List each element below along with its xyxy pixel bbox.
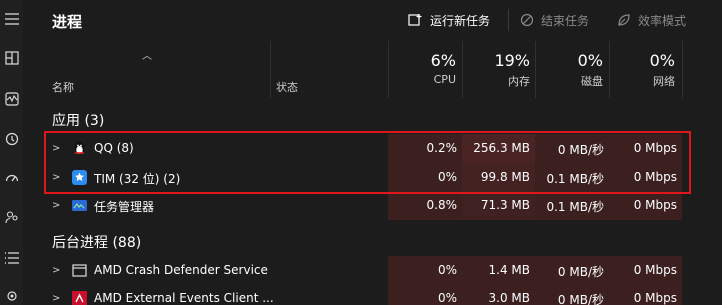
network-total-percent: 0% — [649, 51, 675, 70]
disk-value: 0 MB/秒 — [557, 265, 604, 279]
nav-processes[interactable] — [0, 43, 23, 73]
network-value: 0 Mbps — [633, 141, 677, 155]
nav-details[interactable] — [0, 243, 23, 273]
page-title: 进程 — [52, 13, 83, 31]
table-row[interactable]: > QQ (8) 0.2% 256.3 MB 0 MB/秒 0 Mbps — [37, 134, 722, 163]
section-apps-header[interactable]: 应用 (3) — [52, 110, 104, 130]
disk-value: 0.1 MB/秒 — [546, 172, 604, 186]
table-row[interactable]: > AMD Crash Defender Service 0% 1.4 MB 0… — [37, 256, 722, 285]
users-icon — [4, 211, 18, 224]
memory-value: 99.8 MB — [480, 170, 530, 184]
details-list-icon — [4, 252, 19, 264]
table-row[interactable]: > TIM (32 位) (2) 0% 99.8 MB 0.1 MB/秒 0 M… — [37, 163, 722, 192]
nav-users[interactable] — [0, 202, 23, 232]
table-row[interactable]: > AMD External Events Client ... 0% 3.0 … — [37, 284, 722, 305]
qq-penguin-icon — [74, 141, 85, 155]
cpu-value: 0% — [437, 291, 457, 305]
column-network[interactable]: 0% 网络 — [617, 51, 675, 89]
nav-services[interactable] — [0, 281, 23, 305]
history-icon — [5, 132, 18, 146]
memory-value: 1.4 MB — [488, 263, 530, 277]
efficiency-leaf-icon — [618, 14, 630, 26]
network-value: 0 Mbps — [633, 198, 677, 212]
performance-icon — [4, 92, 19, 106]
toolbar-divider — [508, 9, 509, 31]
expand-chevron-icon[interactable]: > — [52, 143, 60, 154]
process-name: QQ (8) — [94, 141, 134, 155]
disk-total-percent: 0% — [577, 51, 603, 70]
expand-chevron-icon[interactable]: > — [52, 172, 60, 183]
disk-value: 0.1 MB/秒 — [546, 200, 604, 214]
memory-value: 256.3 MB — [473, 141, 530, 155]
network-value: 0 Mbps — [633, 263, 677, 277]
process-name: 任务管理器 — [94, 200, 155, 214]
amd-app-icon — [72, 264, 87, 277]
memory-value: 3.0 MB — [488, 291, 530, 305]
network-value: 0 Mbps — [633, 170, 677, 184]
column-status[interactable]: 状态 — [276, 79, 298, 95]
process-name: AMD Crash Defender Service — [94, 263, 268, 277]
process-name: AMD External Events Client ... — [94, 291, 274, 305]
memory-label: 内存 — [508, 75, 530, 88]
task-manager-icon — [72, 200, 87, 211]
end-task-label: 结束任务 — [541, 13, 590, 28]
end-task-icon — [520, 13, 534, 27]
run-task-icon — [408, 14, 422, 26]
services-gear-icon — [6, 291, 17, 301]
efficiency-mode-label: 效率模式 — [638, 13, 687, 28]
cpu-total-percent: 6% — [430, 51, 456, 70]
sort-ascending-icon[interactable]: ︿ — [142, 47, 152, 62]
disk-value: 0 MB/秒 — [557, 293, 604, 305]
disk-value: 0 MB/秒 — [557, 143, 604, 157]
network-value: 0 Mbps — [633, 291, 677, 305]
cpu-value: 0.8% — [426, 198, 458, 212]
table-row[interactable]: > 任务管理器 0.8% 71.3 MB 0.1 MB/秒 0 Mbps — [37, 191, 722, 220]
disk-label: 磁盘 — [581, 75, 603, 88]
hamburger-icon — [4, 13, 19, 25]
processes-grid-icon — [4, 51, 19, 65]
run-new-task-button[interactable]: 运行新任务 — [408, 8, 490, 32]
expand-chevron-icon[interactable]: > — [52, 265, 60, 276]
column-disk[interactable]: 0% 磁盘 — [543, 51, 603, 89]
nav-performance[interactable] — [0, 84, 23, 114]
cpu-label: CPU — [433, 73, 456, 86]
menu-button[interactable] — [0, 4, 23, 34]
end-task-button[interactable]: 结束任务 — [520, 8, 589, 32]
cpu-value: 0.2% — [426, 141, 458, 155]
expand-chevron-icon[interactable]: > — [52, 293, 60, 304]
nav-app-history[interactable] — [0, 124, 23, 154]
column-cpu[interactable]: 6% CPU — [396, 51, 456, 86]
memory-total-percent: 19% — [494, 51, 530, 70]
nav-startup[interactable] — [0, 163, 23, 193]
cpu-value: 0% — [437, 263, 457, 277]
process-name: TIM (32 位) (2) — [94, 172, 181, 186]
expand-chevron-icon[interactable]: > — [52, 200, 60, 211]
memory-value: 71.3 MB — [480, 198, 530, 212]
column-memory[interactable]: 19% 内存 — [470, 51, 530, 89]
run-new-task-label: 运行新任务 — [430, 13, 491, 28]
cpu-value: 0% — [437, 170, 457, 184]
startup-speedometer-icon — [5, 174, 18, 182]
amd-logo-icon — [72, 291, 87, 305]
network-label: 网络 — [653, 75, 675, 88]
tim-star-icon — [72, 170, 87, 185]
nav-rail — [0, 0, 23, 305]
column-name[interactable]: 名称 — [52, 79, 74, 95]
section-background-header[interactable]: 后台进程 (88) — [52, 232, 141, 252]
efficiency-mode-button[interactable]: 效率模式 — [617, 8, 686, 32]
